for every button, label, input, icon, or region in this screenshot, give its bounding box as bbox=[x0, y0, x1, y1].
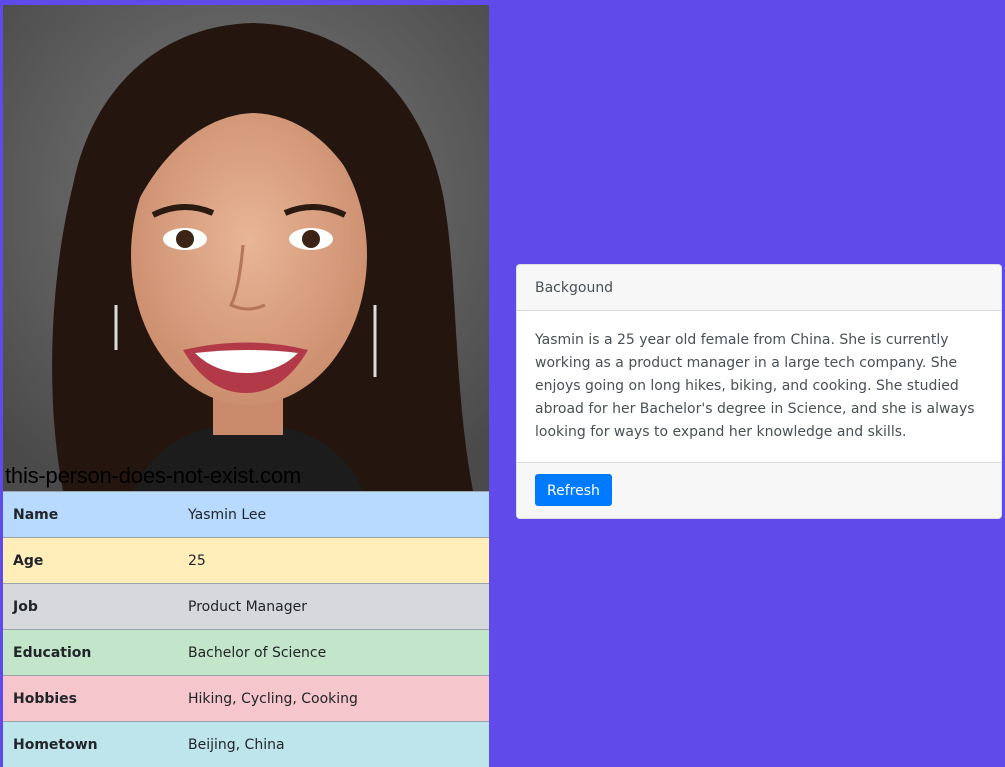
watermark-text: this-person-does-not-exist.com bbox=[5, 463, 301, 489]
table-row: Age 25 bbox=[3, 538, 489, 584]
table-row: Hometown Beijing, China bbox=[3, 722, 489, 767]
hometown-label: Hometown bbox=[3, 722, 178, 767]
refresh-button[interactable]: Refresh bbox=[535, 474, 612, 506]
background-card: Backgound Yasmin is a 25 year old female… bbox=[516, 264, 1002, 519]
name-value: Yasmin Lee bbox=[178, 492, 489, 538]
portrait-illustration bbox=[3, 5, 489, 491]
age-value: 25 bbox=[178, 538, 489, 584]
job-label: Job bbox=[3, 584, 178, 630]
background-text: Yasmin is a 25 year old female from Chin… bbox=[517, 311, 1001, 462]
profile-table: Name Yasmin Lee Age 25 Job Product Manag… bbox=[3, 491, 489, 767]
card-footer: Refresh bbox=[517, 462, 1001, 518]
profile-column: this-person-does-not-exist.com Name Yasm… bbox=[3, 5, 489, 767]
table-row: Hobbies Hiking, Cycling, Cooking bbox=[3, 676, 489, 722]
name-label: Name bbox=[3, 492, 178, 538]
age-label: Age bbox=[3, 538, 178, 584]
hobbies-label: Hobbies bbox=[3, 676, 178, 722]
hobbies-value: Hiking, Cycling, Cooking bbox=[178, 676, 489, 722]
hometown-value: Beijing, China bbox=[178, 722, 489, 767]
portrait-photo: this-person-does-not-exist.com bbox=[3, 5, 489, 491]
card-header: Backgound bbox=[517, 265, 1001, 311]
education-label: Education bbox=[3, 630, 178, 676]
table-row: Name Yasmin Lee bbox=[3, 492, 489, 538]
table-row: Job Product Manager bbox=[3, 584, 489, 630]
job-value: Product Manager bbox=[178, 584, 489, 630]
table-row: Education Bachelor of Science bbox=[3, 630, 489, 676]
education-value: Bachelor of Science bbox=[178, 630, 489, 676]
